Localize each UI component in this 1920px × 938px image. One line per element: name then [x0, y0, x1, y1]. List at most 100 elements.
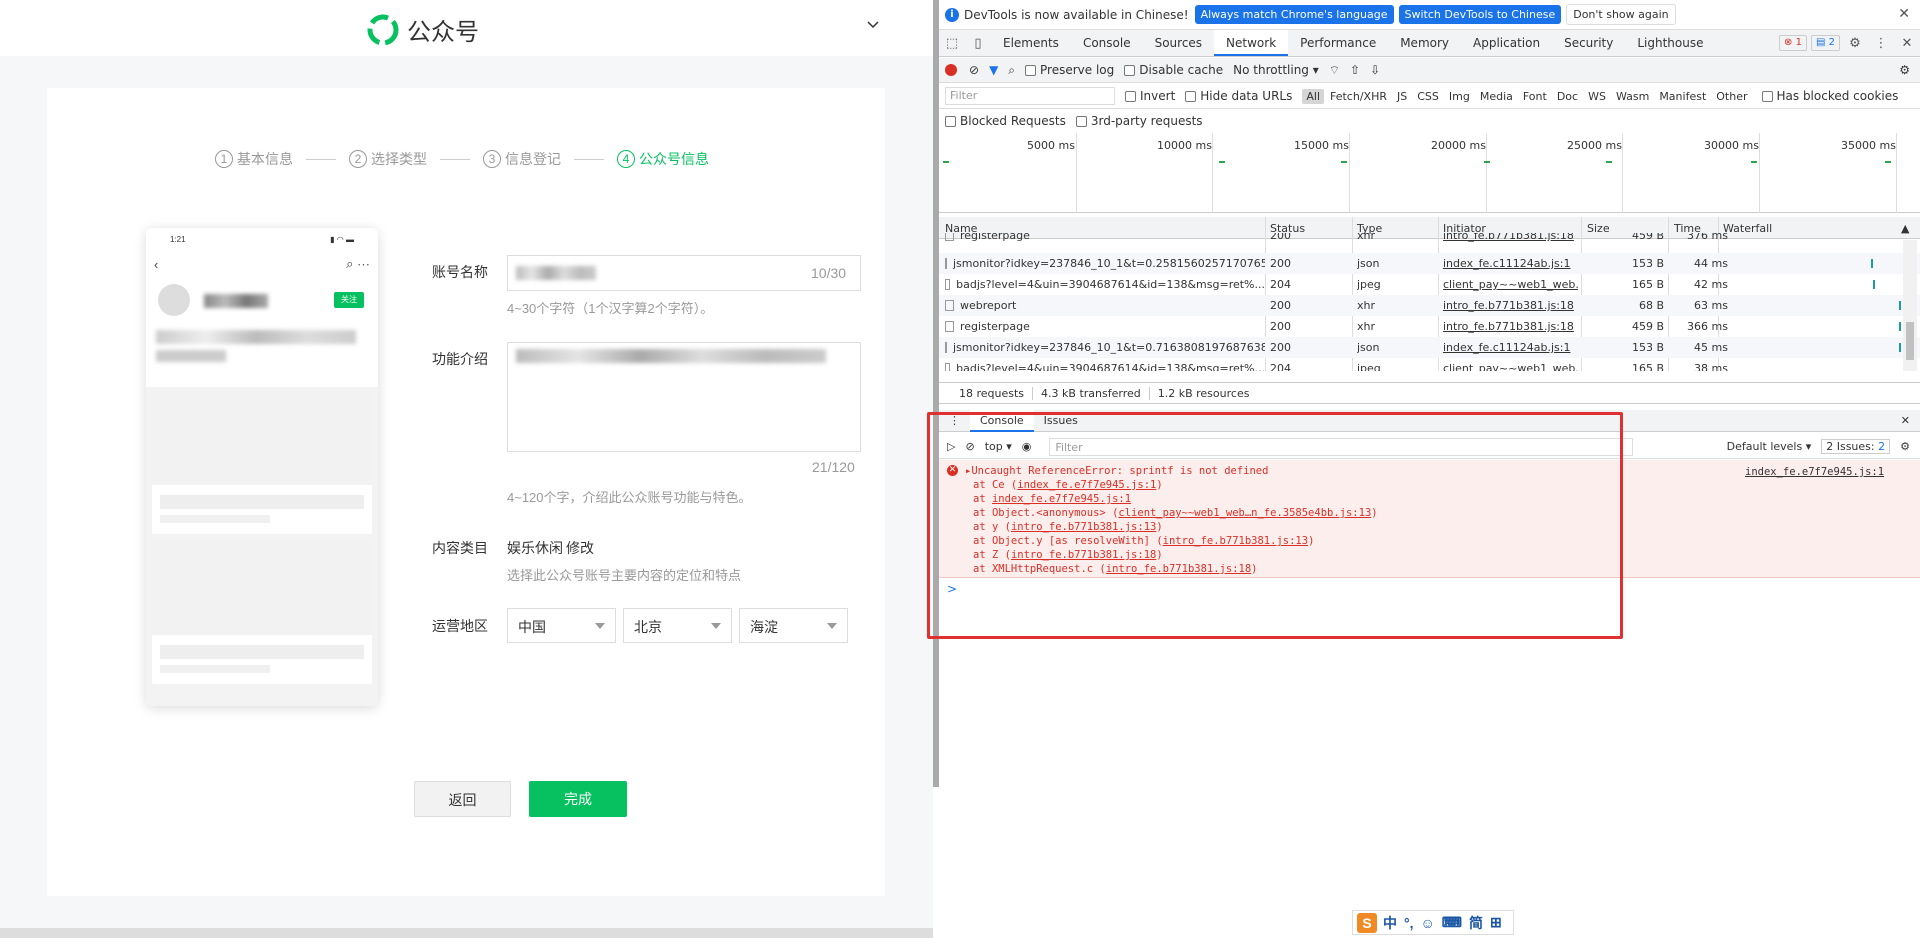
scroll-thumb[interactable] — [1906, 322, 1914, 360]
dont-show-again-button[interactable]: Don't show again — [1566, 4, 1676, 25]
ime-toolbox-icon[interactable]: ⊞ — [1490, 914, 1502, 931]
account-name-label: 账号名称 — [432, 264, 488, 280]
ime-emoji-icon[interactable]: ☺ — [1421, 915, 1435, 931]
table-row[interactable]: jsmonitor?idkey=237846_10_1&t=0.71638081… — [939, 337, 1920, 358]
device-toggle-icon[interactable]: ▯ — [965, 30, 991, 56]
type-filter-wasm[interactable]: Wasm — [1612, 89, 1653, 104]
issue-count-badge[interactable]: ▤ 2 — [1810, 35, 1840, 51]
type-filter-all[interactable]: All — [1302, 88, 1324, 104]
blocked-cookies-checkbox[interactable]: Has blocked cookies — [1761, 89, 1898, 103]
type-filter-doc[interactable]: Doc — [1553, 89, 1582, 104]
table-row[interactable]: badjs?level=4&uin=3904687614&id=138&msg=… — [939, 358, 1920, 371]
context-select[interactable]: top ▾ — [985, 440, 1012, 453]
tab-sources[interactable]: Sources — [1143, 30, 1214, 56]
type-filter-manifest[interactable]: Manifest — [1655, 89, 1710, 104]
network-conditions-icon[interactable]: ⌔ — [1329, 63, 1340, 78]
country-select[interactable]: 中国 — [507, 608, 616, 643]
type-filter-ws[interactable]: WS — [1584, 89, 1610, 104]
done-button[interactable]: 完成 — [529, 781, 627, 817]
horizontal-scrollbar[interactable] — [0, 928, 933, 938]
blocked-requests-checkbox[interactable]: Blocked Requests — [945, 114, 1066, 128]
logo[interactable]: 公众号 — [367, 12, 479, 47]
stack-frame: at y (intro_fe.b771b381.js:13) — [973, 521, 1163, 533]
tab-application[interactable]: Application — [1461, 30, 1552, 56]
console-filter-input[interactable]: Filter — [1049, 437, 1634, 456]
table-row[interactable]: badjs?level=4&uin=3904687614&id=138&msg=… — [939, 274, 1920, 295]
table-row[interactable]: registerpage 200 xhr intro_fe.b771b381.j… — [939, 233, 1920, 245]
third-party-checkbox[interactable]: 3rd-party requests — [1075, 114, 1203, 128]
console-prompt[interactable]: > — [947, 582, 957, 596]
clear-icon[interactable]: ⊘ — [969, 63, 979, 77]
record-icon[interactable] — [945, 64, 957, 76]
back-button[interactable]: 返回 — [414, 781, 511, 817]
match-language-button[interactable]: Always match Chrome's language — [1194, 5, 1394, 24]
district-select[interactable]: 海淀 — [739, 608, 848, 643]
tab-elements[interactable]: Elements — [991, 30, 1071, 56]
type-filter-font[interactable]: Font — [1519, 89, 1551, 104]
table-scrollbar[interactable] — [1903, 240, 1917, 371]
province-select[interactable]: 北京 — [623, 608, 732, 643]
tab-network[interactable]: Network — [1214, 30, 1289, 56]
export-har-icon[interactable]: ⇩ — [1370, 63, 1380, 77]
filter-funnel-icon[interactable]: ▼ — [989, 63, 998, 77]
search-icon[interactable]: ⌕ — [1008, 63, 1015, 78]
close-icon[interactable]: ✕ — [1898, 6, 1910, 22]
network-settings-icon[interactable]: ⚙ — [1899, 63, 1910, 77]
sogou-logo-icon[interactable]: S — [1357, 912, 1377, 933]
tab-performance[interactable]: Performance — [1288, 30, 1388, 56]
type-filter-fetch[interactable]: Fetch/XHR — [1326, 89, 1391, 104]
inspect-element-icon[interactable]: ⬚ — [939, 30, 965, 56]
network-filter-input[interactable]: Filter — [945, 87, 1115, 105]
tab-console[interactable]: Console — [1071, 30, 1143, 56]
ime-keyboard-icon[interactable]: ⌨ — [1442, 914, 1462, 931]
logo-text: 公众号 — [407, 19, 479, 46]
console-settings-icon[interactable]: ⚙ — [1900, 440, 1910, 453]
issues-counter-button[interactable]: 2 Issues: 2 — [1821, 439, 1891, 454]
type-filter-other[interactable]: Other — [1712, 89, 1751, 104]
type-filter-css[interactable]: CSS — [1413, 89, 1443, 104]
intro-textarea[interactable] — [507, 342, 861, 452]
sidebar-toggle-icon[interactable]: ▷ — [947, 440, 955, 453]
type-filter-img[interactable]: Img — [1445, 89, 1474, 104]
ime-punctuation[interactable]: °, — [1404, 915, 1414, 931]
tab-security[interactable]: Security — [1552, 30, 1625, 56]
eye-icon[interactable]: ◉ — [1022, 440, 1032, 453]
account-name-input[interactable] — [507, 255, 861, 291]
tab-lighthouse[interactable]: Lighthouse — [1625, 30, 1715, 56]
throttling-select[interactable]: No throttling ▾ — [1233, 63, 1319, 77]
table-row[interactable]: jsmonitor?idkey=237846_10_1&t=0.25815602… — [939, 253, 1920, 274]
network-overview-timeline[interactable]: 5000 ms 10000 ms 15000 ms 20000 ms 25000… — [939, 133, 1920, 213]
close-drawer-icon[interactable]: ✕ — [1891, 410, 1920, 432]
category-label: 内容类目 — [432, 540, 488, 556]
type-filter-media[interactable]: Media — [1476, 89, 1517, 104]
hide-data-urls-checkbox[interactable]: Hide data URLs — [1185, 89, 1292, 103]
log-levels-select[interactable]: Default levels ▾ — [1727, 440, 1812, 453]
error-source-link[interactable]: index_fe.e7f7e945.js:1 — [1745, 466, 1884, 478]
type-filter-js[interactable]: JS — [1393, 89, 1411, 104]
timeline-label: 35000 ms — [1841, 139, 1896, 152]
ime-simplified[interactable]: 简 — [1469, 913, 1483, 933]
category-edit-link[interactable]: 修改 — [566, 538, 594, 558]
settings-gear-icon[interactable]: ⚙ — [1842, 30, 1868, 56]
error-count-badge[interactable]: ⊗ 1 — [1779, 35, 1807, 51]
table-row[interactable]: registerpage 200 xhr intro_fe.b771b381.j… — [939, 316, 1920, 337]
tab-memory[interactable]: Memory — [1388, 30, 1461, 56]
import-har-icon[interactable]: ⇧ — [1350, 63, 1360, 77]
transferred-size: 4.3 kB transferred — [1033, 386, 1150, 400]
file-icon — [945, 300, 954, 311]
clear-console-icon[interactable]: ⊘ — [965, 440, 974, 453]
preserve-log-checkbox[interactable]: Preserve log — [1025, 63, 1114, 77]
close-devtools-icon[interactable]: ✕ — [1894, 30, 1920, 56]
blurred-description — [156, 350, 226, 362]
drawer-tab-console[interactable]: Console — [970, 409, 1034, 432]
drawer-menu-icon[interactable]: ⋮ — [939, 410, 970, 432]
ime-chinese-mode[interactable]: 中 — [1383, 913, 1397, 933]
disable-cache-checkbox[interactable]: Disable cache — [1124, 63, 1223, 77]
chevron-down-icon[interactable] — [866, 18, 880, 32]
invert-checkbox[interactable]: Invert — [1125, 89, 1175, 103]
switch-chinese-button[interactable]: Switch DevTools to Chinese — [1398, 5, 1562, 24]
table-row[interactable]: webreport 200 xhr intro_fe.b771b381.js:1… — [939, 295, 1920, 316]
drawer-tab-issues[interactable]: Issues — [1034, 410, 1088, 432]
more-options-icon[interactable]: ⋮ — [1868, 30, 1894, 56]
console-error-message[interactable]: ✕ ▸Uncaught ReferenceError: sprintf is n… — [939, 460, 1920, 578]
